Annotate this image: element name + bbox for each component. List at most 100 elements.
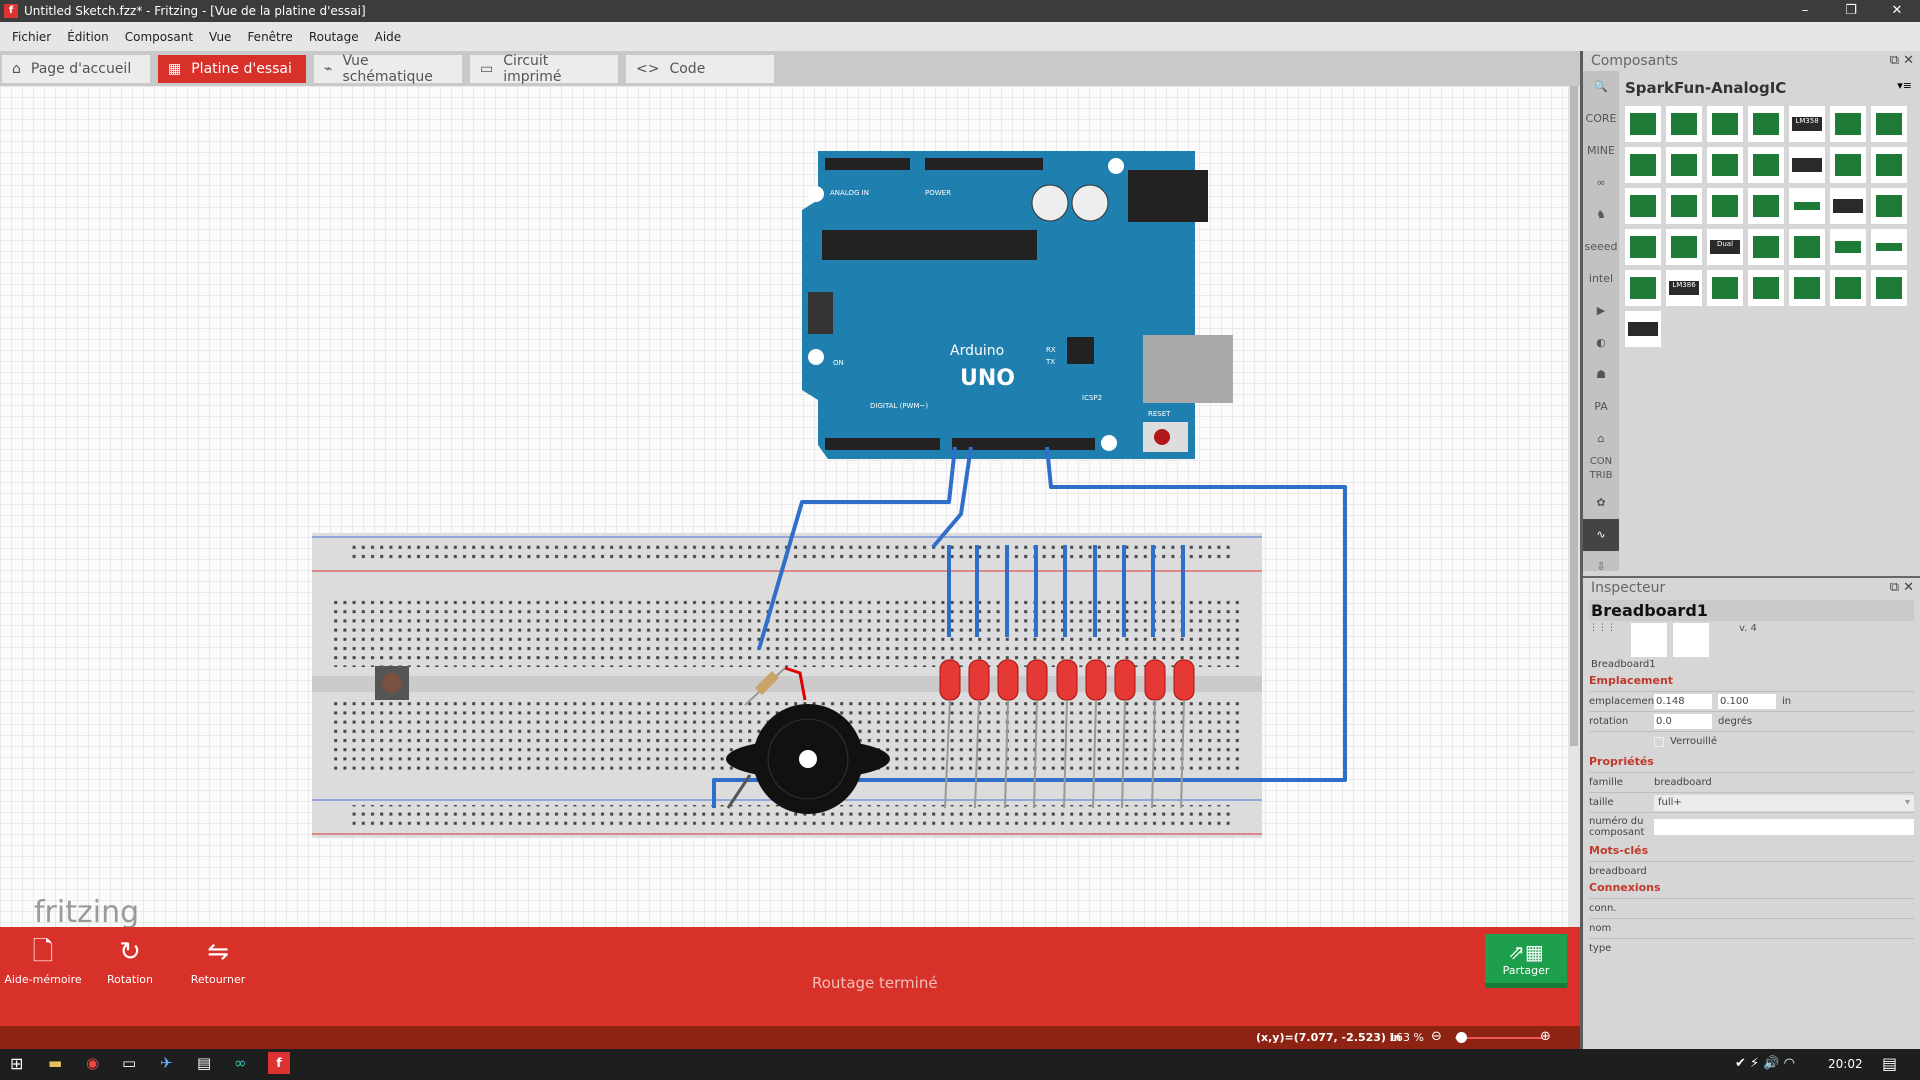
- sparkfun-bin-icon[interactable]: ♞: [1583, 199, 1619, 231]
- part-item[interactable]: Dual: [1707, 229, 1743, 265]
- part-item[interactable]: [1707, 147, 1743, 183]
- vertical-scrollbar[interactable]: [1568, 86, 1580, 927]
- led-red[interactable]: [1144, 659, 1166, 701]
- part-item[interactable]: [1748, 147, 1784, 183]
- part-item[interactable]: [1625, 188, 1661, 224]
- led-red[interactable]: [1056, 659, 1078, 701]
- bin-contrib[interactable]: CON TRIB: [1583, 455, 1619, 487]
- locked-checkbox[interactable]: [1654, 736, 1664, 747]
- menu-routage[interactable]: Routage: [301, 30, 367, 44]
- part-item[interactable]: [1789, 188, 1825, 224]
- fritzing-taskbar-icon[interactable]: f: [268, 1052, 290, 1074]
- bin-icon[interactable]: ✿: [1583, 487, 1619, 519]
- part-item[interactable]: [1748, 270, 1784, 306]
- part-item[interactable]: [1871, 106, 1907, 142]
- bin-intel[interactable]: intel: [1583, 263, 1619, 295]
- zoom-slider-handle[interactable]: [1456, 1032, 1467, 1043]
- analog-ic-bin-icon[interactable]: ∿: [1583, 519, 1619, 551]
- part-item[interactable]: [1748, 229, 1784, 265]
- part-item[interactable]: [1789, 270, 1825, 306]
- bin-menu-icon[interactable]: ▾≡: [1897, 79, 1912, 92]
- part-item[interactable]: [1625, 147, 1661, 183]
- rotate-button[interactable]: ↻ Rotation: [90, 937, 170, 986]
- bin-pa[interactable]: PA: [1583, 391, 1619, 423]
- pushbutton[interactable]: [375, 666, 409, 700]
- bin-icon[interactable]: ⌂: [1583, 423, 1619, 455]
- part-item[interactable]: [1789, 147, 1825, 183]
- part-item[interactable]: LM386: [1666, 270, 1702, 306]
- part-item[interactable]: LM358: [1789, 106, 1825, 142]
- menu-fenetre[interactable]: Fenêtre: [239, 30, 300, 44]
- part-item[interactable]: [1871, 270, 1907, 306]
- minimize-button[interactable]: –: [1782, 0, 1828, 22]
- bin-core[interactable]: CORE: [1583, 103, 1619, 135]
- part-item[interactable]: [1748, 106, 1784, 142]
- part-item[interactable]: [1625, 311, 1661, 347]
- menu-aide[interactable]: Aide: [367, 30, 410, 44]
- led-red[interactable]: [1173, 659, 1195, 701]
- notes-button[interactable]: 🗋 Aide-mémoire: [3, 937, 83, 986]
- file-explorer-icon[interactable]: ▬: [48, 1054, 62, 1072]
- part-item[interactable]: [1625, 229, 1661, 265]
- maximize-button[interactable]: ❐: [1828, 0, 1874, 22]
- app-icon[interactable]: ▤: [197, 1054, 211, 1072]
- tab-breadboard[interactable]: ▦ Platine d'essai: [158, 54, 306, 83]
- menu-fichier[interactable]: Fichier: [4, 30, 59, 44]
- part-item[interactable]: [1830, 229, 1866, 265]
- part-item[interactable]: [1666, 147, 1702, 183]
- app-icon[interactable]: ✈: [160, 1054, 173, 1072]
- close-button[interactable]: ✕: [1874, 0, 1920, 22]
- part-item[interactable]: [1748, 188, 1784, 224]
- part-item[interactable]: [1830, 188, 1866, 224]
- location-y-input[interactable]: 0.100: [1718, 694, 1776, 709]
- part-item[interactable]: [1707, 188, 1743, 224]
- flip-button[interactable]: ⇋ Retourner: [178, 937, 258, 986]
- notifications-icon[interactable]: ▤: [1882, 1054, 1897, 1073]
- bin-icon[interactable]: ◐: [1583, 327, 1619, 359]
- led-red[interactable]: [997, 659, 1019, 701]
- menu-edition[interactable]: Édition: [59, 30, 117, 44]
- close-icon[interactable]: ⧉ ✕: [1890, 53, 1914, 68]
- zoom-in-button[interactable]: ⊕: [1540, 1029, 1551, 1044]
- chrome-icon[interactable]: ◉: [86, 1054, 99, 1072]
- search-icon[interactable]: 🔍: [1583, 71, 1619, 103]
- part-item[interactable]: [1871, 188, 1907, 224]
- share-button[interactable]: ⇗▦ Partager: [1485, 934, 1567, 988]
- start-icon[interactable]: ⊞: [10, 1054, 23, 1073]
- tab-home[interactable]: ⌂ Page d'accueil: [2, 54, 150, 83]
- menu-composant[interactable]: Composant: [117, 30, 201, 44]
- part-item[interactable]: [1707, 270, 1743, 306]
- arduino-bin-icon[interactable]: ∞: [1583, 167, 1619, 199]
- arduino-uno[interactable]: UNO Arduino ANALOG IN POWER DIGITAL (PWM…: [802, 151, 1233, 459]
- app-icon[interactable]: ▭: [122, 1054, 136, 1072]
- menu-vue[interactable]: Vue: [201, 30, 239, 44]
- arduino-ide-icon[interactable]: ∞: [234, 1054, 247, 1072]
- bin-icon[interactable]: ☗: [1583, 359, 1619, 391]
- part-item[interactable]: [1625, 106, 1661, 142]
- part-item[interactable]: [1871, 229, 1907, 265]
- part-item[interactable]: [1789, 229, 1825, 265]
- led-red[interactable]: [1085, 659, 1107, 701]
- part-item[interactable]: [1830, 270, 1866, 306]
- led-red[interactable]: [1026, 659, 1048, 701]
- part-item[interactable]: [1666, 106, 1702, 142]
- zoom-slider[interactable]: [1455, 1037, 1543, 1039]
- part-item[interactable]: [1707, 106, 1743, 142]
- tray-icons[interactable]: ✔ ⚡ 🔊 ◠: [1735, 1056, 1795, 1071]
- part-item[interactable]: [1830, 106, 1866, 142]
- clock[interactable]: 20:02: [1828, 1057, 1863, 1071]
- play-bin-icon[interactable]: ▶: [1583, 295, 1619, 327]
- part-item[interactable]: [1830, 147, 1866, 183]
- part-number-input[interactable]: [1654, 818, 1914, 835]
- part-item[interactable]: [1666, 188, 1702, 224]
- bin-mine[interactable]: MINE: [1583, 135, 1619, 167]
- led-red[interactable]: [968, 659, 990, 701]
- zoom-out-button[interactable]: ⊖: [1431, 1029, 1442, 1044]
- rotation-input[interactable]: 0.0: [1654, 714, 1712, 729]
- part-item[interactable]: [1666, 229, 1702, 265]
- part-item[interactable]: [1625, 270, 1661, 306]
- tab-schematic[interactable]: ⌁ Vue schématique: [314, 53, 462, 85]
- tab-code[interactable]: <> Code: [626, 54, 774, 83]
- led-red[interactable]: [1114, 659, 1136, 701]
- tab-pcb[interactable]: ▭ Circuit imprimé: [470, 53, 618, 85]
